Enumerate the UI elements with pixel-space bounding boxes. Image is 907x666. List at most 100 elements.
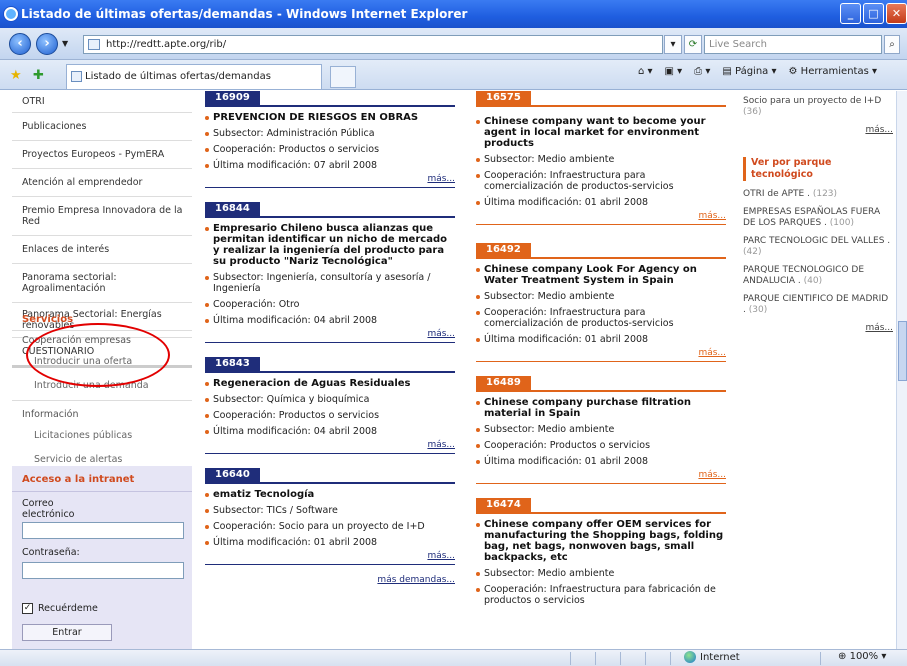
email-field[interactable] [22,522,184,539]
right-top-text: Socio para un proyecto de I+D [743,96,882,106]
more-link[interactable]: más... [205,329,455,343]
enter-button[interactable]: Entrar [22,624,112,641]
history-dropdown-icon[interactable]: ▼ [62,39,68,48]
menu-item-premio[interactable]: Premio Empresa Innovadora de la Red [12,197,192,236]
more-demandas-link[interactable]: más demandas... [205,575,455,585]
offer-cooperation: Cooperación: Productos o servicios [205,410,455,421]
zoom-control[interactable]: ⊕ 100% ▾ [838,651,886,662]
offer-card: 16575 Chinese company want to become you… [476,91,726,225]
forward-button[interactable]: › [36,33,58,55]
offer-title[interactable]: Chinese company offer OEM services for m… [476,519,726,563]
offer-modified: Última modificación: 04 abril 2008 [205,426,455,437]
page-icon [88,39,100,50]
offer-title[interactable]: ematiz Tecnología [205,489,455,500]
address-bar[interactable]: http://redtt.apte.org/rib/ [83,35,663,54]
vertical-scrollbar[interactable] [896,91,907,649]
right-top-more-link[interactable]: más... [743,125,893,135]
more-link[interactable]: más... [476,470,726,484]
new-tab-button[interactable] [330,66,356,88]
menu-item-enlaces[interactable]: Enlaces de interés [12,236,192,264]
offer-card: 16843 Regeneracion de Aguas Residuales S… [205,357,455,454]
offer-title[interactable]: Regeneracion de Aguas Residuales [205,378,455,389]
ie-logo-icon [4,7,18,21]
tools-menu-label: Herramientas [800,66,869,77]
park-count: (40) [803,276,823,286]
menu-item-emprendedor[interactable]: Atención al emprendedor [12,169,192,197]
park-name: PARC TECNOLOGIC DEL VALLES . [743,236,891,246]
licitaciones-link[interactable]: Licitaciones públicas [12,424,192,450]
offer-subsector: Subsector: Medio ambiente [476,154,726,165]
offer-cooperation: Cooperación: Infraestructura para fabric… [476,584,726,606]
right-top-count: (36) [743,107,762,117]
tab-active[interactable]: Listado de últimas ofertas/demandas [66,64,322,89]
address-dropdown-button[interactable]: ▾ [664,35,682,54]
print-icon[interactable]: ⎙ ▾ [694,66,710,77]
park-item[interactable]: OTRI de APTE . (123) [743,189,893,200]
park-item[interactable]: PARQUE TECNOLOGICO DE ANDALUCIA . (40) [743,265,893,287]
offer-title[interactable]: Chinese company want to become your agen… [476,116,726,149]
more-link[interactable]: más... [205,551,455,565]
page-icon [71,71,82,82]
remember-row: ✓ Recuérdeme [12,603,192,614]
offer-id: 16474 [476,498,531,512]
tab-title: Listado de últimas ofertas/demandas [85,71,271,82]
informacion-link[interactable]: Información [12,401,192,424]
offer-cooperation: Cooperación: Otro [205,299,455,310]
park-item[interactable]: PARQUE CIENTIFICO DE MADRID . (30) [743,294,893,316]
menu-item-otri[interactable]: OTRI [12,91,192,113]
menu-item-publicaciones[interactable]: Publicaciones [12,113,192,141]
offer-subsector: Subsector: Administración Pública [205,128,455,139]
left-sidebar: OTRI Publicaciones Proyectos Europeos - … [12,91,192,649]
park-count: (100) [829,218,854,228]
favorites-star-icon[interactable]: ★ [10,68,22,83]
more-link[interactable]: más... [476,211,726,225]
refresh-button[interactable]: ⟳ [684,35,702,54]
maximize-button[interactable]: □ [863,3,884,24]
parks-header: Ver por parque tecnológico [743,157,893,181]
search-input[interactable]: Live Search [704,35,882,54]
zoom-level: 100% [849,651,879,662]
offer-title[interactable]: Empresario Chileno busca alianzas que pe… [205,223,455,267]
offer-card: 16492 Chinese company Look For Agency on… [476,243,726,362]
offer-card: 16640 ematiz Tecnología Subsector: TICs … [205,468,455,565]
add-favorites-icon[interactable]: ✚ [33,68,44,83]
tools-menu[interactable]: ⚙ Herramientas ▾ [789,66,877,77]
page-content: OTRI Publicaciones Proyectos Europeos - … [0,91,896,649]
menu-item-agroalimentacion[interactable]: Panorama sectorial: Agroalimentación [12,264,192,303]
back-button[interactable]: ‹ [9,33,31,55]
offer-modified: Última modificación: 07 abril 2008 [205,160,455,171]
offer-title[interactable]: Chinese company Look For Agency on Water… [476,264,726,286]
offer-modified: Última modificación: 04 abril 2008 [205,315,455,326]
home-icon[interactable]: ⌂ ▾ [638,66,653,77]
globe-icon [684,651,696,663]
more-link[interactable]: más... [205,440,455,454]
red-annotation-circle [26,323,170,387]
menu-item-proyectos[interactable]: Proyectos Europeos - PymERA [12,141,192,169]
park-item[interactable]: PARC TECNOLOGIC DEL VALLES . (42) [743,236,893,258]
remember-checkbox[interactable]: ✓ [22,603,33,614]
page-menu[interactable]: ▤ Página ▾ [722,66,776,77]
offer-card: 16909 PREVENCION DE RIESGOS EN OBRAS Sub… [205,91,455,188]
search-icon[interactable]: ⌕ [884,35,900,54]
minimize-button[interactable]: _ [840,3,861,24]
password-field[interactable] [22,562,184,579]
feeds-icon[interactable]: ▣ ▾ [665,66,683,77]
offer-modified: Última modificación: 01 abril 2008 [205,537,455,548]
right-top-item[interactable]: Socio para un proyecto de I+D (36) [743,96,893,118]
offer-id: 16843 [205,357,260,371]
remember-label: Recuérdeme [38,603,98,614]
close-button[interactable]: ✕ [886,3,907,24]
park-count: (123) [812,189,838,199]
offer-title[interactable]: PREVENCION DE RIESGOS EN OBRAS [205,112,455,123]
parks-more-link[interactable]: más... [743,323,893,333]
password-label: Contraseña: [22,547,80,558]
more-link[interactable]: más... [205,174,455,188]
offer-title[interactable]: Chinese company purchase filtration mate… [476,397,726,419]
offer-subsector: Subsector: Medio ambiente [476,291,726,302]
park-item[interactable]: EMPRESAS ESPAÑOLAS FUERA DE LOS PARQUES … [743,207,893,229]
offer-card: 16489 Chinese company purchase filtratio… [476,376,726,484]
offer-card: 16844 Empresario Chileno busca alianzas … [205,202,455,343]
scrollbar-thumb[interactable] [898,321,907,381]
more-link[interactable]: más... [476,348,726,362]
intranet-title: Acceso a la intranet [12,466,192,492]
